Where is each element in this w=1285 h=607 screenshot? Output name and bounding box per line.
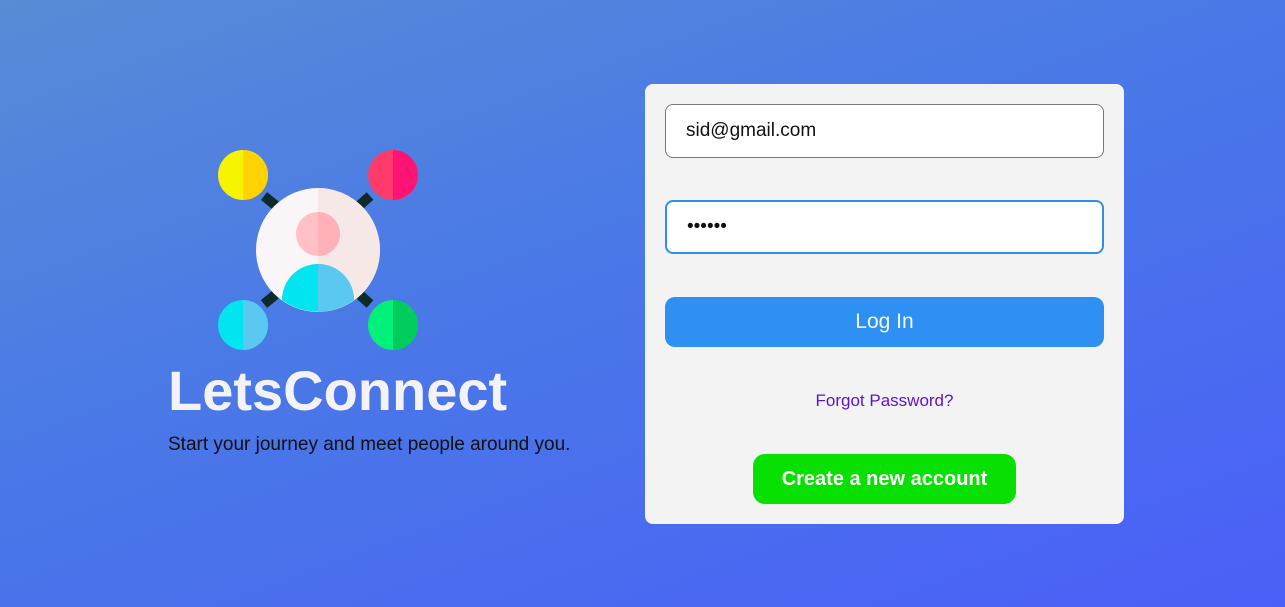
brand-tagline: Start your journey and meet people aroun…	[168, 434, 571, 455]
forgot-password-link[interactable]: Forgot Password?	[645, 391, 1124, 411]
login-card: Log In Forgot Password? Create a new acc…	[645, 84, 1124, 524]
brand-title: LetsConnect	[168, 359, 508, 422]
email-field[interactable]	[665, 104, 1104, 158]
login-button[interactable]: Log In	[665, 297, 1104, 347]
create-account-button[interactable]: Create a new account	[753, 454, 1016, 504]
password-field[interactable]	[665, 200, 1104, 254]
network-logo-icon	[218, 150, 418, 350]
